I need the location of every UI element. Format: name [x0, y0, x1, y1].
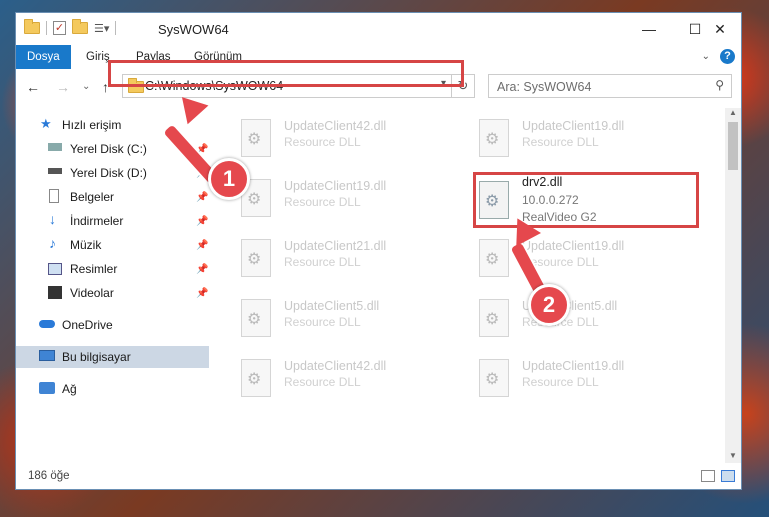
cloud-icon [39, 320, 55, 328]
star-icon: ★ [40, 116, 52, 131]
customize-toolbar-icon[interactable]: ☰▾ [94, 22, 109, 35]
scroll-up-icon[interactable]: ▲ [725, 108, 741, 120]
file-list: UpdateClient42.dll Resource DLL UpdateCl… [211, 108, 726, 463]
document-icon [49, 189, 59, 203]
sidebar-item-indirmeler[interactable]: ↓ İndirmeler 📌 [16, 210, 209, 232]
step-badge-2: 2 [528, 284, 570, 326]
scroll-thumb[interactable] [728, 122, 738, 170]
quick-access-toolbar: ✓ ☰▾ [24, 19, 117, 35]
file-item[interactable]: UpdateClient19.dll Resource DLL [449, 353, 669, 403]
file-item[interactable]: UpdateClient19.dll Resource DLL [449, 233, 669, 283]
pin-icon[interactable]: 📌 [196, 288, 208, 299]
video-icon [48, 286, 62, 299]
drive-icon [48, 168, 62, 174]
recent-locations-button[interactable]: ⌄ [82, 81, 90, 92]
sidebar-item-disk-d[interactable]: Yerel Disk (D:) 📌 [16, 162, 209, 184]
file-item[interactable]: UpdateClient42.dll Resource DLL [211, 113, 431, 163]
properties-icon[interactable]: ✓ [53, 21, 66, 35]
sidebar-item-videolar[interactable]: Videolar 📌 [16, 282, 209, 304]
title-bar: ✓ ☰▾ SysWOW64 — ☐ ✕ [16, 13, 741, 45]
dll-file-icon [241, 359, 271, 397]
dll-file-icon [479, 119, 509, 157]
window-title: SysWOW64 [158, 22, 229, 37]
step-badge-1: 1 [208, 158, 250, 200]
tiles-view-icon[interactable] [721, 470, 735, 482]
tab-giris[interactable]: Giriş [86, 45, 110, 69]
help-icon[interactable]: ? [720, 49, 735, 64]
scroll-down-icon[interactable]: ▼ [725, 451, 741, 463]
minimize-button[interactable]: — [626, 13, 672, 45]
music-icon: ♪ [49, 235, 56, 251]
pin-icon[interactable]: 📌 [196, 264, 208, 275]
dll-file-icon [479, 359, 509, 397]
search-placeholder: Ara: SysWOW64 [497, 80, 592, 94]
new-folder-icon[interactable] [72, 19, 88, 34]
pin-icon[interactable]: 📌 [196, 240, 208, 251]
pin-icon[interactable]: 📌 [196, 192, 208, 203]
sidebar-item-resimler[interactable]: Resimler 📌 [16, 258, 209, 280]
close-button[interactable]: ✕ [697, 13, 741, 45]
details-view-icon[interactable] [701, 470, 715, 482]
search-input[interactable]: Ara: SysWOW64 ⚲ [488, 74, 732, 98]
drive-icon [48, 143, 62, 151]
search-icon: ⚲ [715, 78, 724, 92]
item-count: 186 öğe [28, 470, 70, 482]
file-item[interactable]: UpdateClient21.dll Resource DLL [211, 233, 431, 283]
vertical-scrollbar[interactable]: ▲ ▼ [725, 108, 741, 463]
computer-icon [39, 350, 55, 361]
sidebar-item-belgeler[interactable]: Belgeler 📌 [16, 186, 209, 208]
pin-icon[interactable]: 📌 [196, 216, 208, 227]
tab-dosya[interactable]: Dosya [16, 45, 71, 69]
back-button[interactable]: ← [26, 79, 40, 95]
navigation-pane: ★ Hızlı erişim Yerel Disk (C:) 📌 Yerel D… [16, 108, 209, 463]
sidebar-item-this-pc[interactable]: Bu bilgisayar [16, 346, 209, 368]
dll-file-icon [241, 119, 271, 157]
file-item[interactable]: UpdateClient42.dll Resource DLL [211, 353, 431, 403]
download-icon: ↓ [49, 211, 56, 227]
network-icon [39, 382, 55, 394]
dll-file-icon [241, 239, 271, 277]
expand-ribbon-icon[interactable]: ⌄ [702, 51, 710, 62]
dll-file-icon [241, 299, 271, 337]
dll-file-icon [479, 239, 509, 277]
folder-icon [24, 19, 40, 34]
file-item[interactable]: UpdateClient19.dll Resource DLL [449, 113, 669, 163]
sidebar-item-onedrive[interactable]: OneDrive [16, 314, 209, 336]
address-highlight-box [108, 60, 464, 87]
dll-file-icon [479, 299, 509, 337]
forward-button[interactable]: → [56, 79, 70, 95]
file-highlight-box [473, 172, 699, 228]
sidebar-item-muzik[interactable]: ♪ Müzik 📌 [16, 234, 209, 256]
file-item[interactable]: UpdateClient5.dll Resource DLL [211, 293, 431, 343]
status-bar: 186 öğe [16, 465, 741, 489]
image-icon [48, 263, 62, 275]
sidebar-item-network[interactable]: Ağ [16, 378, 209, 400]
